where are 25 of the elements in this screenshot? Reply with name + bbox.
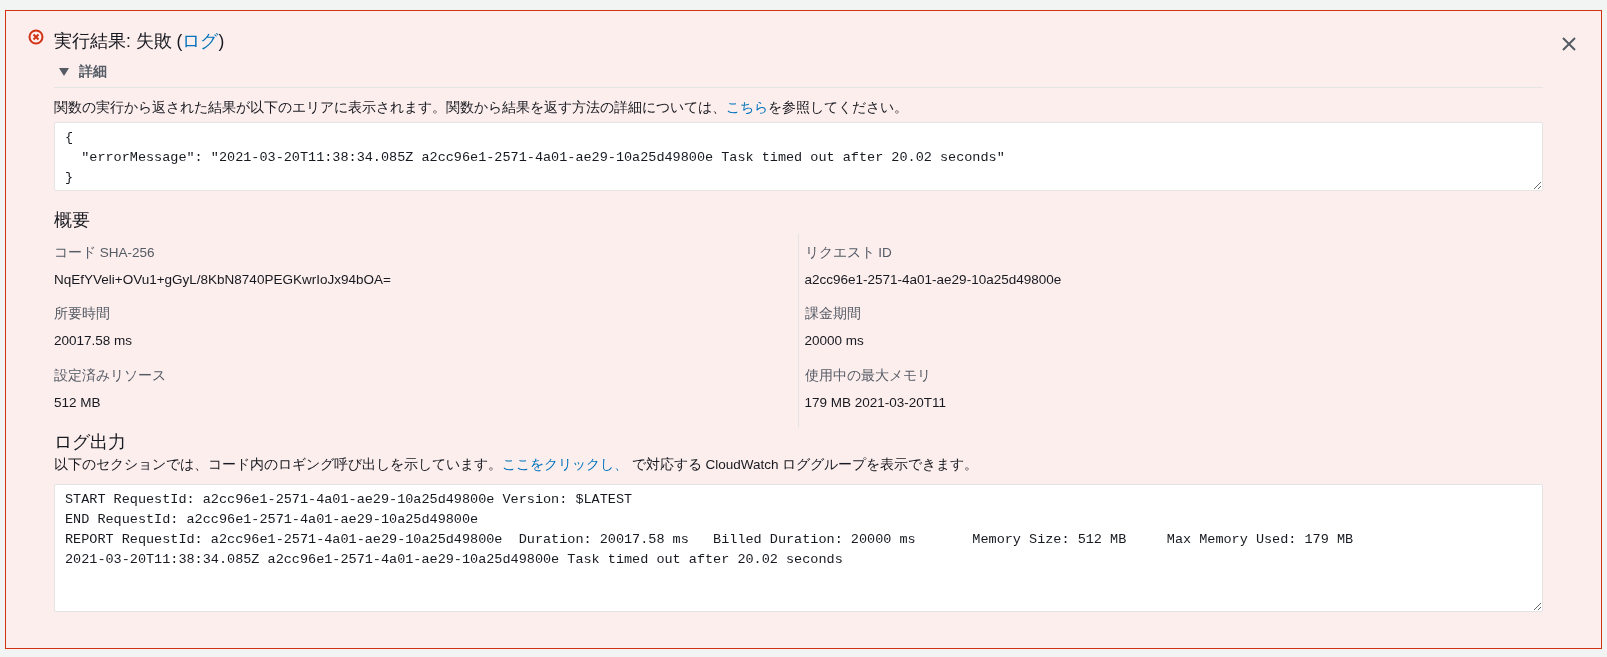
section-heading: ログ出力 (54, 431, 127, 454)
field-value: a2cc96e1-2571-4a01-ae29-10a25d49800e (804, 270, 1063, 289)
error-icon (28, 29, 44, 45)
field-value: 20000 ms (804, 332, 865, 351)
field-label: 所要時間 (54, 305, 111, 323)
field-value: 179 MB 2021-03-20T11 (804, 393, 948, 412)
field-value: NqEfYVeli+OVu1+gGyL/8KbN8740PEGKwrIoJx94bOA= (54, 270, 392, 289)
log-description: 以下のセクションでは、コード内のロギング呼び出しを示しています。ここをクリックし、 で対応する CloudWatch ロググループを表示できます。 (54, 456, 980, 475)
caret-icon (59, 67, 69, 76)
log-link[interactable]: ログ (182, 31, 219, 51)
field-label: 課金期間 (804, 305, 862, 323)
result-output-field[interactable]: { "errorMessage": "2021-03-20T11:38:34.085Z a2cc96e1-2571-4a01-ae29-10a25d49800e Task timed out after 20.02 seconds" } (54, 122, 1543, 192)
field-value: 20017.58 ms (54, 332, 134, 351)
field-label: リクエスト ID (804, 243, 893, 262)
field-value: 512 MB (54, 393, 102, 412)
field-label: コード SHA-256 (54, 243, 156, 262)
details-toggle[interactable]: 詳細 (54, 58, 1543, 88)
log-output-field[interactable]: START RequestId: a2cc96e1-2571-4a01-ae29-10a25d49800e Version: $LATEST END RequestId: a2cc96e1-2571-4a01-ae29-10a25d49800e REPORT RequestId: a2cc96e1-2571-4a01-ae29-10a25d49800e Duration: 20017.58 ms Billed Duration: 20000 ms Memory Size: 512 MB Max Memory Used: 179 MB 2021-03-20T11:38:34.085Z a2cc96e1-2571-4a01-ae29-10a25d49800e Task timed out after 20.02 seconds (54, 483, 1543, 612)
details-description: 関数の実行から返された結果が以下のエリアに表示されます。関数から結果を返す方法の詳細については、こちら を参照してください。 (54, 99, 909, 117)
field-label: 設定済みリソース (54, 366, 167, 385)
alert-title: 実行結果: 失敗 (ログ) (54, 30, 226, 52)
section-heading: 概要 (54, 209, 91, 233)
cloudwatch-link[interactable]: ここをクリックし、 (502, 457, 628, 473)
help-link[interactable]: こちら (726, 100, 768, 115)
field-label: 使用中の最大メモリ (804, 366, 932, 385)
